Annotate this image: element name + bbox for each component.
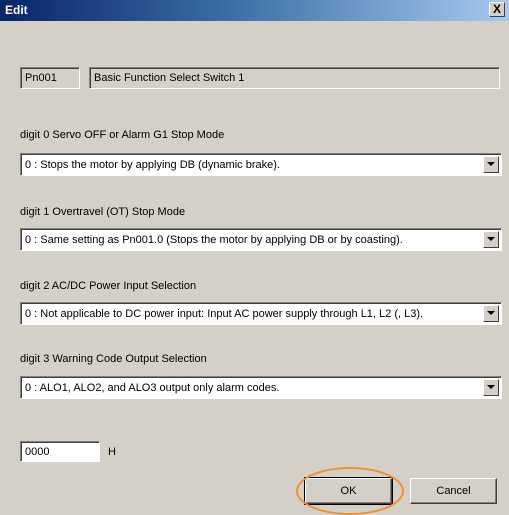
digit-1-label: digit 1 Overtravel (OT) Stop Mode <box>20 206 186 218</box>
hex-unit-label: H <box>108 446 116 458</box>
digit-0-label: digit 0 Servo OFF or Alarm G1 Stop Mode <box>20 129 225 141</box>
chevron-down-icon[interactable] <box>483 379 499 396</box>
cancel-button[interactable]: Cancel <box>410 478 497 504</box>
digit-1-value: 0 : Same setting as Pn001.0 (Stops the m… <box>25 234 403 246</box>
digit-0-select[interactable]: 0 : Stops the motor by applying DB (dyna… <box>20 153 502 176</box>
digit-2-value: 0 : Not applicable to DC power input: In… <box>25 308 424 320</box>
digit-2-select[interactable]: 0 : Not applicable to DC power input: In… <box>20 302 502 325</box>
close-button[interactable]: X <box>489 2 505 17</box>
window-title: Edit <box>5 3 28 17</box>
digit-3-value: 0 : ALO1, ALO2, and ALO3 output only ala… <box>25 382 280 394</box>
parameter-name: Basic Function Select Switch 1 <box>89 67 500 89</box>
parameter-number: Pn001 <box>20 67 80 89</box>
digit-2-label: digit 2 AC/DC Power Input Selection <box>20 280 197 292</box>
edit-dialog: Edit X Pn001 Basic Function Select Switc… <box>0 0 509 515</box>
digit-1-select[interactable]: 0 : Same setting as Pn001.0 (Stops the m… <box>20 228 502 251</box>
hex-value-input[interactable]: 0000 <box>20 441 100 462</box>
digit-3-select[interactable]: 0 : ALO1, ALO2, and ALO3 output only ala… <box>20 376 502 399</box>
digit-0-value: 0 : Stops the motor by applying DB (dyna… <box>25 159 280 171</box>
digit-3-label: digit 3 Warning Code Output Selection <box>20 353 207 365</box>
chevron-down-icon[interactable] <box>483 156 499 173</box>
chevron-down-icon[interactable] <box>483 305 499 322</box>
ok-highlight-circle <box>296 467 404 515</box>
chevron-down-icon[interactable] <box>483 231 499 248</box>
title-bar: Edit X <box>0 0 509 21</box>
